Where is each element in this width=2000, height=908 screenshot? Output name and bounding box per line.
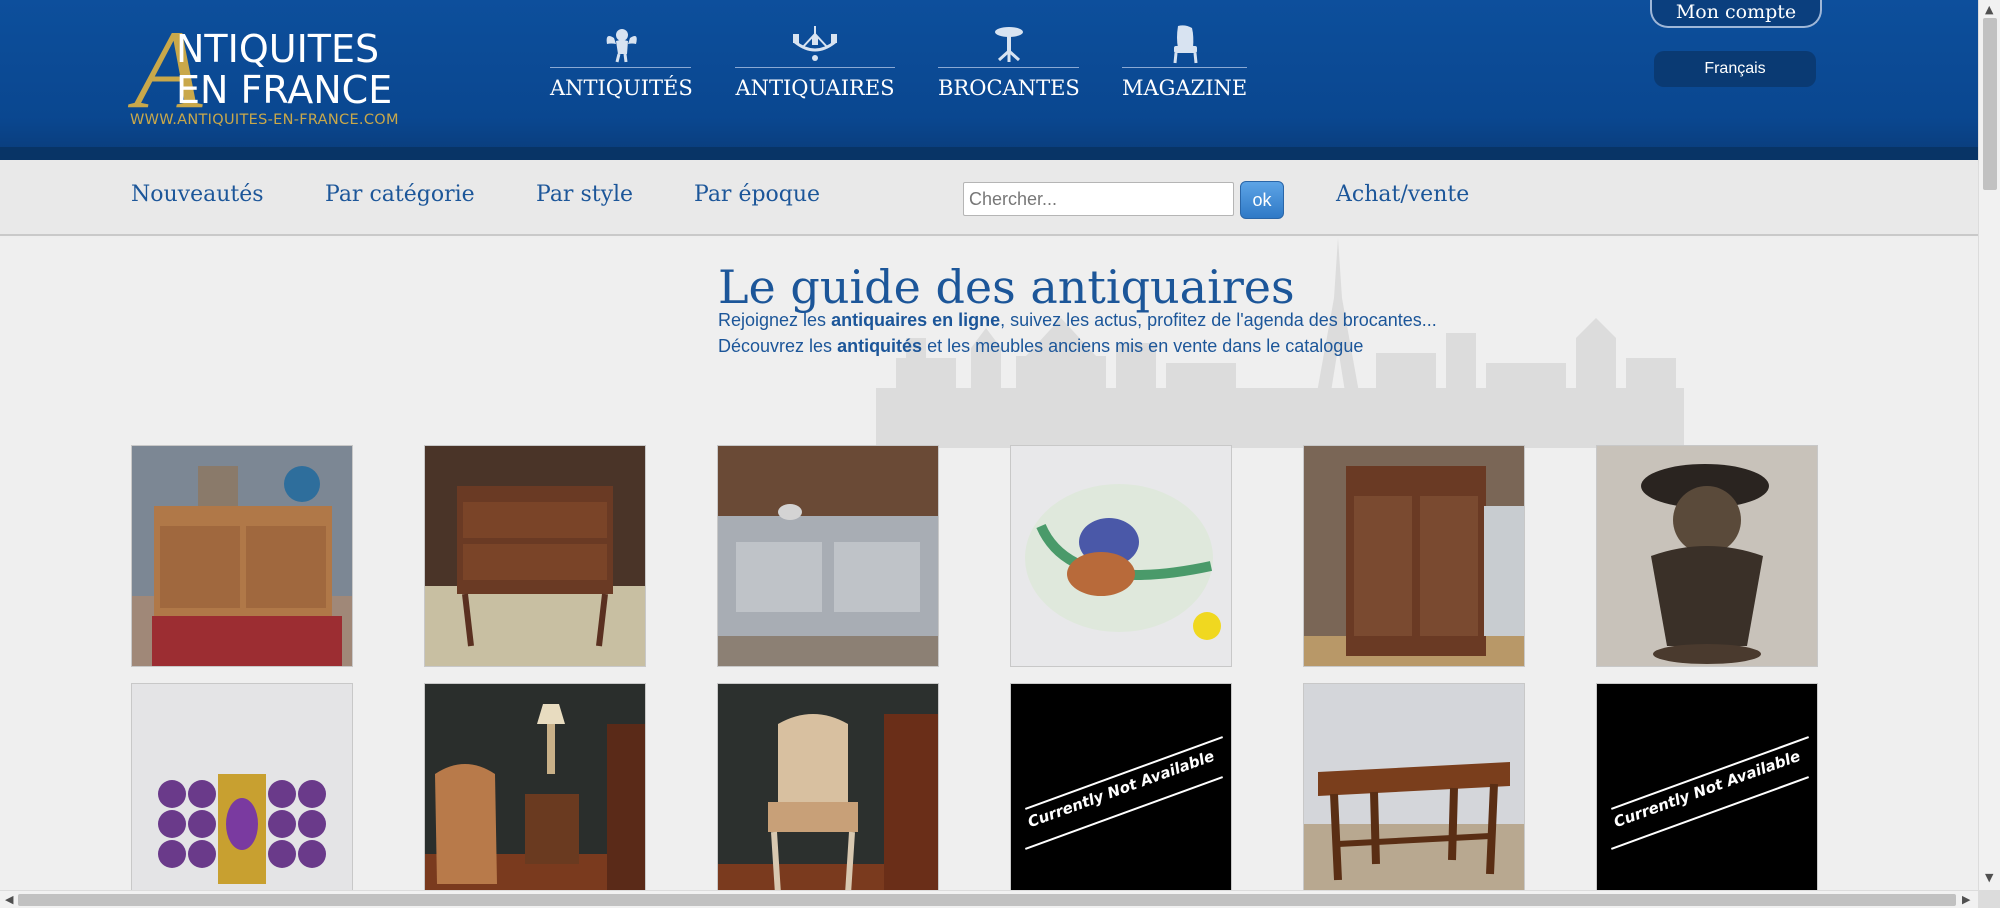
nav-antiquites[interactable]: ANTIQUITÉS xyxy=(550,24,693,110)
subnav-achat-vente[interactable]: Achat/vente xyxy=(1336,182,1469,207)
armchair-icon xyxy=(1122,24,1247,68)
horizontal-scrollbar[interactable]: ◀ ▶ xyxy=(0,890,1978,908)
chandelier-icon xyxy=(735,24,895,68)
product-thumbnail-armoire[interactable] xyxy=(1303,445,1525,667)
banner-rule-top xyxy=(1024,736,1224,810)
intro-line-1: Rejoignez les antiquaires en ligne, suiv… xyxy=(718,310,1437,331)
banner-rule-top-2 xyxy=(1610,736,1810,810)
product-thumbnail-unavailable[interactable]: Currently Not Available xyxy=(1010,683,1232,905)
vertical-scroll-thumb[interactable] xyxy=(1983,18,1997,190)
intro-2-tail: et les meubles anciens mis en vente dans… xyxy=(922,336,1364,356)
cherub-icon xyxy=(550,24,691,68)
product-thumbnail-commode[interactable] xyxy=(424,445,646,667)
vertical-scrollbar[interactable]: ▲ ▼ xyxy=(1978,0,2000,890)
nav-brocantes[interactable]: BROCANTES xyxy=(938,24,1080,110)
subnav-par-style[interactable]: Par style xyxy=(536,182,633,207)
site-logo[interactable]: A NTIQUITES EN FRANCE WWW.ANTIQUITES-EN-… xyxy=(130,14,440,132)
nav-brocantes-label: BROCANTES xyxy=(938,76,1080,100)
main-content: Le guide des antiquaires Rejoignez les a… xyxy=(0,238,1978,905)
product-thumbnail-chair[interactable] xyxy=(717,683,939,905)
scroll-down-arrow-icon[interactable]: ▼ xyxy=(1985,872,1993,883)
product-thumbnail-unavailable-2[interactable]: Currently Not Available xyxy=(1596,683,1818,905)
product-thumbnail-figurine[interactable] xyxy=(1596,445,1818,667)
language-selector[interactable]: Français xyxy=(1654,51,1816,87)
product-thumbnail-table[interactable] xyxy=(1303,683,1525,905)
intro-line-2: Découvrez les antiquités et les meubles … xyxy=(718,336,1363,357)
search-input[interactable] xyxy=(963,182,1234,216)
product-thumbnail-buffet[interactable] xyxy=(717,445,939,667)
search-submit-button[interactable]: ok xyxy=(1240,181,1284,219)
logo-line-2: EN FRANCE xyxy=(176,68,393,112)
intro-1-tail: , suivez les actus, profitez de l'agenda… xyxy=(1000,310,1437,330)
gueridon-table-icon xyxy=(938,24,1079,68)
intro-2-text: Découvrez les xyxy=(718,336,838,356)
nav-antiquaires-label: ANTIQUAIRES xyxy=(735,76,895,100)
logo-url: WWW.ANTIQUITES-EN-FRANCE.COM xyxy=(130,112,399,128)
intro-2-bold[interactable]: antiquités xyxy=(837,336,922,356)
subnav-par-categorie[interactable]: Par catégorie xyxy=(325,182,475,207)
product-thumbnail-sideboard[interactable] xyxy=(131,445,353,667)
nav-magazine[interactable]: MAGAZINE xyxy=(1122,24,1247,110)
product-thumbnail-chair-table[interactable] xyxy=(424,683,646,905)
horizontal-scroll-thumb[interactable] xyxy=(18,894,1956,906)
product-thumbnail-bracelet[interactable] xyxy=(131,683,353,905)
subnav-par-epoque[interactable]: Par époque xyxy=(694,182,820,207)
secondary-nav: Nouveautés Par catégorie Par style Par é… xyxy=(0,160,1978,236)
nav-magazine-label: MAGAZINE xyxy=(1122,76,1248,100)
scroll-left-arrow-icon[interactable]: ◀ xyxy=(5,894,13,905)
scroll-up-arrow-icon[interactable]: ▲ xyxy=(1985,4,1993,15)
subnav-nouveautes[interactable]: Nouveautés xyxy=(131,182,264,207)
account-tab[interactable]: Mon compte xyxy=(1650,0,1822,28)
logo-line-1: NTIQUITES xyxy=(176,27,380,71)
nav-antiquites-label: ANTIQUITÉS xyxy=(550,76,693,100)
page-title: Le guide des antiquaires xyxy=(718,260,1295,314)
intro-1-text: Rejoignez les xyxy=(718,310,832,330)
site-header: A NTIQUITES EN FRANCE WWW.ANTIQUITES-EN-… xyxy=(0,0,1978,160)
nav-antiquaires[interactable]: ANTIQUAIRES xyxy=(735,24,895,110)
product-thumbnail-cat-plate[interactable] xyxy=(1010,445,1232,667)
intro-1-bold[interactable]: antiquaires en ligne xyxy=(831,310,1000,330)
scroll-right-arrow-icon[interactable]: ▶ xyxy=(1962,894,1970,905)
scrollbar-corner xyxy=(1978,890,2000,908)
